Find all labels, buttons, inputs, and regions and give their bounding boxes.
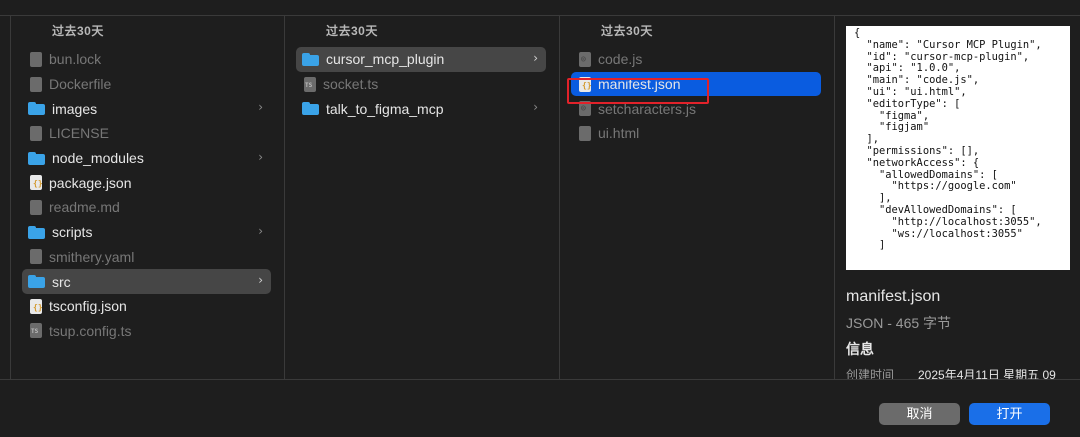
folder-icon bbox=[28, 275, 45, 289]
folder-row-talk-to-figma-mcp[interactable]: talk_to_figma_mcp › bbox=[296, 96, 546, 121]
file-list: bun.lock Dockerfile images › LICENSE node_mod… bbox=[11, 47, 284, 343]
column-header: 过去30天 bbox=[326, 24, 378, 38]
folder-icon bbox=[302, 102, 319, 116]
chevron-right-icon: › bbox=[258, 149, 263, 164]
column-header: 过去30天 bbox=[52, 24, 104, 38]
title-bar bbox=[0, 0, 1080, 16]
file-name-label: setcharacters.js bbox=[598, 100, 697, 117]
file-row-setcharacters-js[interactable]: ◎ setcharacters.js bbox=[571, 96, 821, 121]
chevron-right-icon: › bbox=[258, 100, 263, 115]
file-list: cursor_mcp_plugin › TS socket.ts talk_to_fig… bbox=[285, 47, 559, 121]
folder-row-scripts[interactable]: scripts › bbox=[22, 220, 271, 245]
column-browser: 过去30天 bun.lock Dockerfile images › LICENSE no… bbox=[0, 16, 1080, 382]
preview-file-name: manifest.json bbox=[846, 288, 941, 305]
file-name-label: src bbox=[52, 273, 71, 290]
open-button[interactable]: 打开 bbox=[969, 403, 1050, 425]
folder-row-images[interactable]: images › bbox=[22, 96, 271, 121]
file-name-label: LICENSE bbox=[49, 125, 109, 142]
file-name-label: tsconfig.json bbox=[49, 298, 127, 315]
file-row-bun-lock[interactable]: bun.lock bbox=[22, 47, 271, 72]
js-file-icon: ◎ bbox=[579, 51, 591, 67]
chevron-right-icon: › bbox=[258, 273, 263, 288]
file-name-label: Dockerfile bbox=[49, 76, 112, 93]
file-name-label: bun.lock bbox=[49, 51, 102, 68]
chevron-right-icon: › bbox=[258, 223, 263, 238]
folder-row-node-modules[interactable]: node_modules › bbox=[22, 146, 271, 171]
file-preview-thumbnail: { "name": "Cursor MCP Plugin", "id": "cu… bbox=[846, 26, 1070, 270]
document-icon bbox=[30, 249, 42, 265]
document-icon bbox=[30, 199, 42, 215]
file-row-tsconfig-json[interactable]: {} tsconfig.json bbox=[22, 294, 271, 319]
folder-icon bbox=[28, 151, 45, 165]
file-row-readme-md[interactable]: readme.md bbox=[22, 195, 271, 220]
file-name-label: manifest.json bbox=[598, 76, 681, 93]
file-name-label: readme.md bbox=[49, 199, 120, 216]
file-name-label: ui.html bbox=[598, 125, 640, 142]
file-name-label: tsup.config.ts bbox=[49, 322, 132, 339]
preview-pane: { "name": "Cursor MCP Plugin", "id": "cu… bbox=[835, 16, 1080, 382]
folder-row-src[interactable]: src › bbox=[22, 269, 271, 294]
column-src: 过去30天 cursor_mcp_plugin › TS socket.ts talk_… bbox=[285, 16, 560, 379]
file-name-label: socket.ts bbox=[323, 76, 379, 93]
file-row-license[interactable]: LICENSE bbox=[22, 121, 271, 146]
document-icon bbox=[30, 76, 42, 92]
folder-icon bbox=[28, 102, 45, 116]
file-name-label: images bbox=[52, 100, 98, 117]
file-name-label: package.json bbox=[49, 174, 132, 191]
file-name-label: smithery.yaml bbox=[49, 248, 135, 265]
chevron-right-icon: › bbox=[533, 51, 538, 65]
file-row-tsup-config-ts[interactable]: TS tsup.config.ts bbox=[22, 319, 271, 344]
file-row-ui-html[interactable]: ui.html bbox=[571, 121, 821, 146]
cancel-button[interactable]: 取消 bbox=[879, 403, 960, 425]
document-icon bbox=[30, 51, 42, 67]
column-cursor-mcp-plugin: 过去30天 ◎ code.js {} manifest.json ◎ setcharact… bbox=[560, 16, 835, 379]
file-name-label: scripts bbox=[52, 224, 93, 241]
dialog-footer: 取消 打开 bbox=[0, 379, 1080, 437]
file-row-smithery-yaml[interactable]: smithery.yaml bbox=[22, 245, 271, 270]
folder-row-cursor-mcp-plugin[interactable]: cursor_mcp_plugin › bbox=[296, 47, 546, 72]
file-list: ◎ code.js {} manifest.json ◎ setcharacters.js… bbox=[560, 47, 834, 146]
file-row-manifest-json[interactable]: {} manifest.json bbox=[571, 71, 821, 97]
document-icon bbox=[30, 125, 42, 141]
js-file-icon: ◎ bbox=[579, 101, 591, 117]
ts-file-icon: TS bbox=[304, 76, 316, 92]
preview-file-kind: JSON - 465 字节 bbox=[846, 315, 952, 331]
file-row-package-json[interactable]: {} package.json bbox=[22, 170, 271, 195]
file-name-label: talk_to_figma_mcp bbox=[326, 100, 444, 117]
file-row-dockerfile[interactable]: Dockerfile bbox=[22, 72, 271, 97]
json-file-icon: {} bbox=[579, 76, 592, 92]
column-project-root: 过去30天 bun.lock Dockerfile images › LICENSE no… bbox=[10, 16, 285, 379]
folder-icon bbox=[302, 52, 319, 66]
json-file-icon: {} bbox=[30, 298, 43, 314]
file-name-label: cursor_mcp_plugin bbox=[326, 51, 445, 68]
ts-file-icon: TS bbox=[30, 323, 42, 339]
column-header: 过去30天 bbox=[601, 24, 653, 38]
preview-code: { "name": "Cursor MCP Plugin", "id": "cu… bbox=[854, 27, 1042, 252]
file-name-label: code.js bbox=[598, 51, 643, 68]
info-heading: 信息 bbox=[846, 341, 874, 357]
file-name-label: node_modules bbox=[52, 150, 144, 167]
folder-icon bbox=[28, 225, 45, 239]
file-row-socket-ts[interactable]: TS socket.ts bbox=[296, 72, 546, 97]
json-file-icon: {} bbox=[30, 175, 43, 191]
chevron-right-icon: › bbox=[533, 100, 538, 115]
document-icon bbox=[579, 125, 591, 141]
file-row-code-js[interactable]: ◎ code.js bbox=[571, 47, 821, 72]
